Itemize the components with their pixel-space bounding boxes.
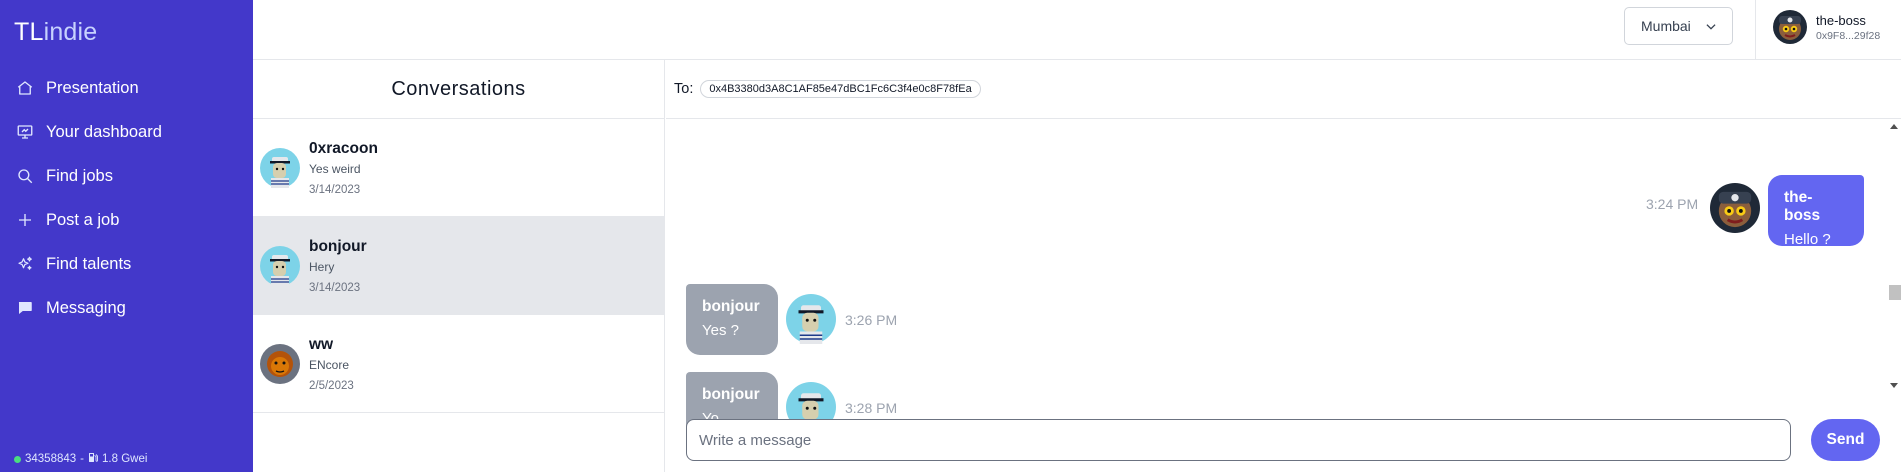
user-address: 0x9F8...29f28 xyxy=(1816,29,1881,42)
user-menu[interactable]: the-boss 0x9F8...29f28 xyxy=(1773,10,1880,44)
message-text: Yes ? xyxy=(702,322,739,339)
sidebar-item-dashboard[interactable]: Your dashboard xyxy=(0,110,253,154)
block-number: 34358843 xyxy=(25,453,77,465)
conversation-item[interactable]: ww ENcore 2/5/2023 xyxy=(253,315,664,413)
scroll-up-icon[interactable] xyxy=(1889,122,1899,130)
header-divider xyxy=(1755,0,1756,60)
sidebar-item-find-jobs[interactable]: Find jobs xyxy=(0,154,253,198)
sidebar-item-label: Messaging xyxy=(46,298,126,317)
avatar xyxy=(1710,183,1760,233)
message-scrollbar[interactable] xyxy=(1885,120,1901,396)
message-bubble: the-boss Hello ? xyxy=(1768,175,1864,248)
recipient-address[interactable]: 0x4B3380d3A8C1AF85e47dBC1Fc6C3f4e0c8F78f… xyxy=(700,80,981,98)
plus-icon xyxy=(15,210,35,230)
conversation-date: 3/14/2023 xyxy=(309,282,361,294)
avatar xyxy=(260,246,300,286)
logo-light-text: indie xyxy=(43,18,98,46)
recipient-bar: To: 0x4B3380d3A8C1AF85e47dBC1Fc6C3f4e0c8… xyxy=(666,60,1901,119)
sidebar-item-label: Find jobs xyxy=(46,166,113,185)
conversation-date: 3/14/2023 xyxy=(309,184,361,196)
message-list: 3:24 PM the-boss Hello ? bonjour Yes ? 3… xyxy=(666,120,1901,457)
avatar xyxy=(260,148,300,188)
sidebar-item-label: Presentation xyxy=(46,78,139,97)
message-input[interactable] xyxy=(686,419,1791,461)
logo-bold-text: TL xyxy=(14,18,44,46)
sidebar-item-messaging[interactable]: Messaging xyxy=(0,286,253,330)
message-bubble: bonjour Yes ? xyxy=(686,284,778,355)
message-time: 3:24 PM xyxy=(1646,196,1699,212)
sidebar: TLindie Presentation Your dashboard Find… xyxy=(0,0,253,472)
conversation-last-message: Hery xyxy=(309,260,335,274)
conversation-item[interactable]: 0xracoon Yes weird 3/14/2023 xyxy=(253,119,664,217)
conversation-name: bonjour xyxy=(309,238,367,255)
gas-pump-icon xyxy=(88,452,98,466)
avatar xyxy=(1773,10,1807,44)
gas-price: 1.8 Gwei xyxy=(102,453,148,465)
search-icon xyxy=(15,166,35,186)
chat-panel: To: 0x4B3380d3A8C1AF85e47dBC1Fc6C3f4e0c8… xyxy=(666,60,1901,472)
chat-bubble-icon xyxy=(15,298,35,318)
message-time: 3:28 PM xyxy=(845,400,898,416)
status-dot-icon xyxy=(14,455,21,463)
message-sender: the-boss xyxy=(1784,189,1821,224)
scroll-down-icon[interactable] xyxy=(1889,382,1899,390)
sidebar-item-label: Find talents xyxy=(46,254,132,273)
chevron-down-icon xyxy=(1706,24,1716,30)
conversation-last-message: ENcore xyxy=(309,358,350,372)
conversations-title: Conversations xyxy=(253,60,664,119)
sidebar-item-label: Your dashboard xyxy=(46,122,162,141)
sidebar-item-find-talents[interactable]: Find talents xyxy=(0,242,253,286)
conversations-panel: Conversations 0xracoon Yes weird 3/14/20… xyxy=(253,60,665,472)
app-logo[interactable]: TLindie xyxy=(14,18,97,47)
conversation-name: ww xyxy=(309,336,334,353)
sidebar-item-presentation[interactable]: Presentation xyxy=(0,66,253,110)
avatar xyxy=(260,344,300,384)
sidebar-item-post-job[interactable]: Post a job xyxy=(0,198,253,242)
network-select-value: Mumbai xyxy=(1641,18,1691,34)
message-text: Hello ? xyxy=(1784,231,1831,248)
conversation-item[interactable]: bonjour Hery 3/14/2023 xyxy=(253,217,664,315)
home-icon xyxy=(15,78,35,98)
footer-separator: - xyxy=(80,453,85,465)
top-header: Mumbai the-boss 0x9F8...29f28 xyxy=(253,0,1901,60)
message-sender: bonjour xyxy=(702,386,760,403)
sidebar-item-label: Post a job xyxy=(46,210,120,229)
avatar xyxy=(786,294,836,344)
sparkles-icon xyxy=(15,254,35,274)
message-time: 3:26 PM xyxy=(845,312,898,328)
composer: Send xyxy=(666,416,1901,472)
user-name: the-boss xyxy=(1816,12,1866,28)
conversation-last-message: Yes weird xyxy=(309,162,361,176)
network-status: 34358843 - 1.8 Gwei xyxy=(14,452,147,466)
sidebar-nav: Presentation Your dashboard Find jobs Po… xyxy=(0,66,253,330)
conversation-name: 0xracoon xyxy=(309,140,378,157)
network-select[interactable]: Mumbai xyxy=(1624,7,1733,45)
scrollbar-thumb[interactable] xyxy=(1889,285,1901,300)
message-sender: bonjour xyxy=(702,298,760,315)
dashboard-icon xyxy=(15,122,35,142)
send-button[interactable]: Send xyxy=(1811,419,1880,461)
recipient-label: To: xyxy=(674,81,694,97)
conversation-date: 2/5/2023 xyxy=(309,380,354,392)
